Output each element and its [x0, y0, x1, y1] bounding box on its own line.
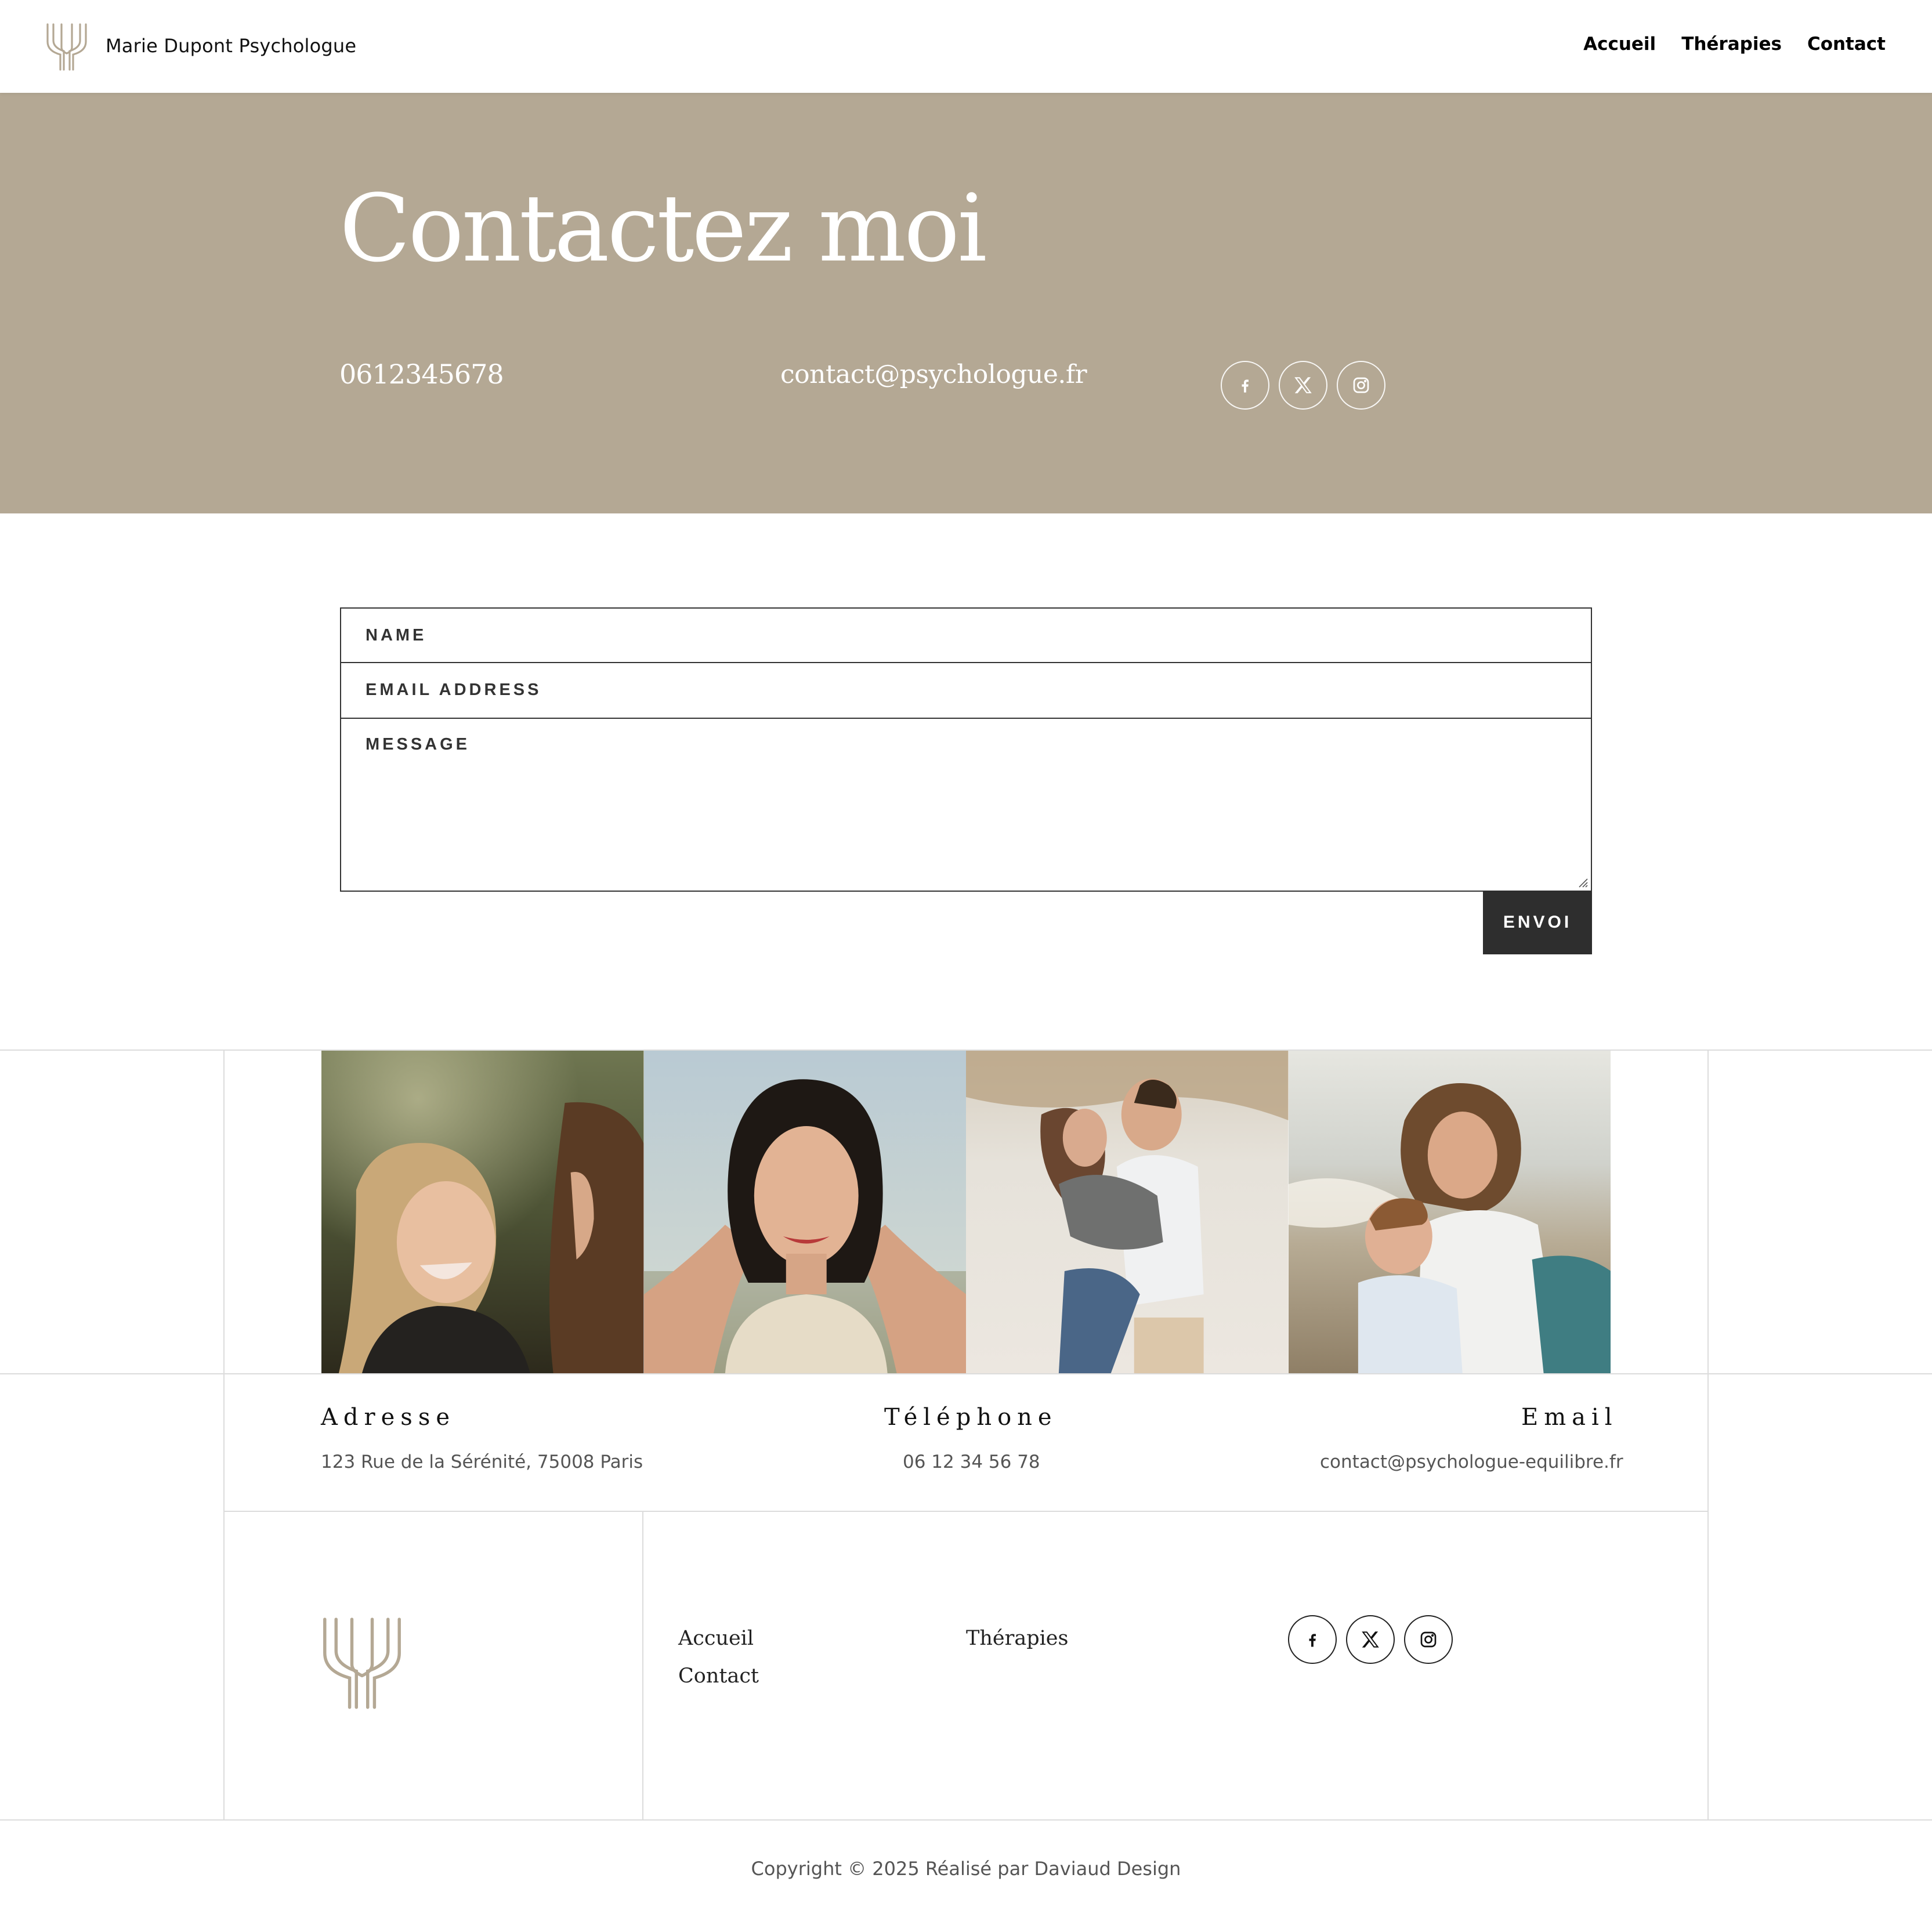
x-twitter-link[interactable]	[1279, 361, 1327, 410]
divider	[1707, 1050, 1709, 1821]
footer-social-links	[1288, 1615, 1453, 1664]
photo-gallery	[321, 1051, 1611, 1373]
main-nav: Accueil Thérapies Contact	[1583, 34, 1886, 55]
x-twitter-link[interactable]	[1346, 1615, 1395, 1664]
hero-email[interactable]: contact@psychologue.fr	[780, 360, 1087, 389]
facebook-icon	[1309, 1634, 1316, 1647]
photo-woman-portrait	[643, 1051, 966, 1373]
email-placeholder: EMAIL ADDRESS	[366, 681, 542, 699]
hero-phone[interactable]: 0612345678	[339, 359, 504, 390]
contact-hero: Contactez moi 0612345678 contact@psychol…	[0, 93, 1932, 513]
message-field[interactable]: MESSAGE	[340, 719, 1592, 892]
address-heading: Adresse	[321, 1404, 456, 1431]
footer-link-therapies[interactable]: Thérapies	[966, 1627, 1068, 1650]
x-twitter-icon	[1294, 377, 1312, 393]
copyright-text: Copyright © 2025 Réalisé par Daviaud Des…	[751, 1858, 1181, 1880]
divider	[0, 1373, 1932, 1374]
address-value: 123 Rue de la Sérénité, 75008 Paris	[321, 1452, 643, 1472]
divider	[642, 1511, 643, 1821]
instagram-link[interactable]	[1337, 361, 1385, 410]
phone-heading: Téléphone	[884, 1404, 1058, 1431]
divider	[223, 1050, 225, 1821]
nav-link-therapies[interactable]: Thérapies	[1681, 34, 1782, 55]
email-heading: Email	[1521, 1404, 1618, 1431]
name-field[interactable]: NAME	[340, 607, 1592, 663]
email-field[interactable]: EMAIL ADDRESS	[340, 663, 1592, 719]
footer-link-accueil[interactable]: Accueil	[678, 1627, 754, 1650]
facebook-icon	[1242, 379, 1249, 393]
photo-two-women	[321, 1051, 644, 1373]
resize-handle-icon[interactable]	[1576, 875, 1589, 888]
nav-link-accueil[interactable]: Accueil	[1583, 34, 1656, 55]
footer-link-contact[interactable]: Contact	[678, 1664, 759, 1688]
instagram-icon	[1353, 377, 1369, 393]
x-twitter-icon	[1362, 1631, 1379, 1648]
brand-name[interactable]: Marie Dupont Psychologue	[106, 35, 356, 57]
divider	[223, 1511, 1709, 1512]
divider	[0, 1819, 1932, 1821]
photo-mother-child-sea	[1288, 1051, 1611, 1373]
page-title: Contactez moi	[339, 174, 987, 283]
photo-couple-beach	[966, 1051, 1289, 1373]
trident-tree-logo-icon[interactable]	[45, 22, 88, 71]
message-placeholder: MESSAGE	[366, 735, 471, 754]
nav-link-contact[interactable]: Contact	[1807, 34, 1886, 55]
email-value[interactable]: contact@psychologue-equilibre.fr	[1320, 1452, 1623, 1472]
name-placeholder: NAME	[366, 626, 427, 645]
facebook-link[interactable]	[1288, 1615, 1337, 1664]
phone-value[interactable]: 06 12 34 56 78	[903, 1452, 1040, 1472]
facebook-link[interactable]	[1221, 361, 1269, 410]
hero-social-links	[1221, 361, 1385, 410]
trident-tree-logo-icon	[323, 1617, 401, 1709]
instagram-icon	[1420, 1631, 1437, 1648]
contact-form: NAME EMAIL ADDRESS MESSAGE ENVOI	[340, 607, 1592, 954]
submit-button[interactable]: ENVOI	[1483, 891, 1592, 954]
instagram-link[interactable]	[1404, 1615, 1453, 1664]
site-header: Marie Dupont Psychologue Accueil Thérapi…	[0, 0, 1932, 93]
